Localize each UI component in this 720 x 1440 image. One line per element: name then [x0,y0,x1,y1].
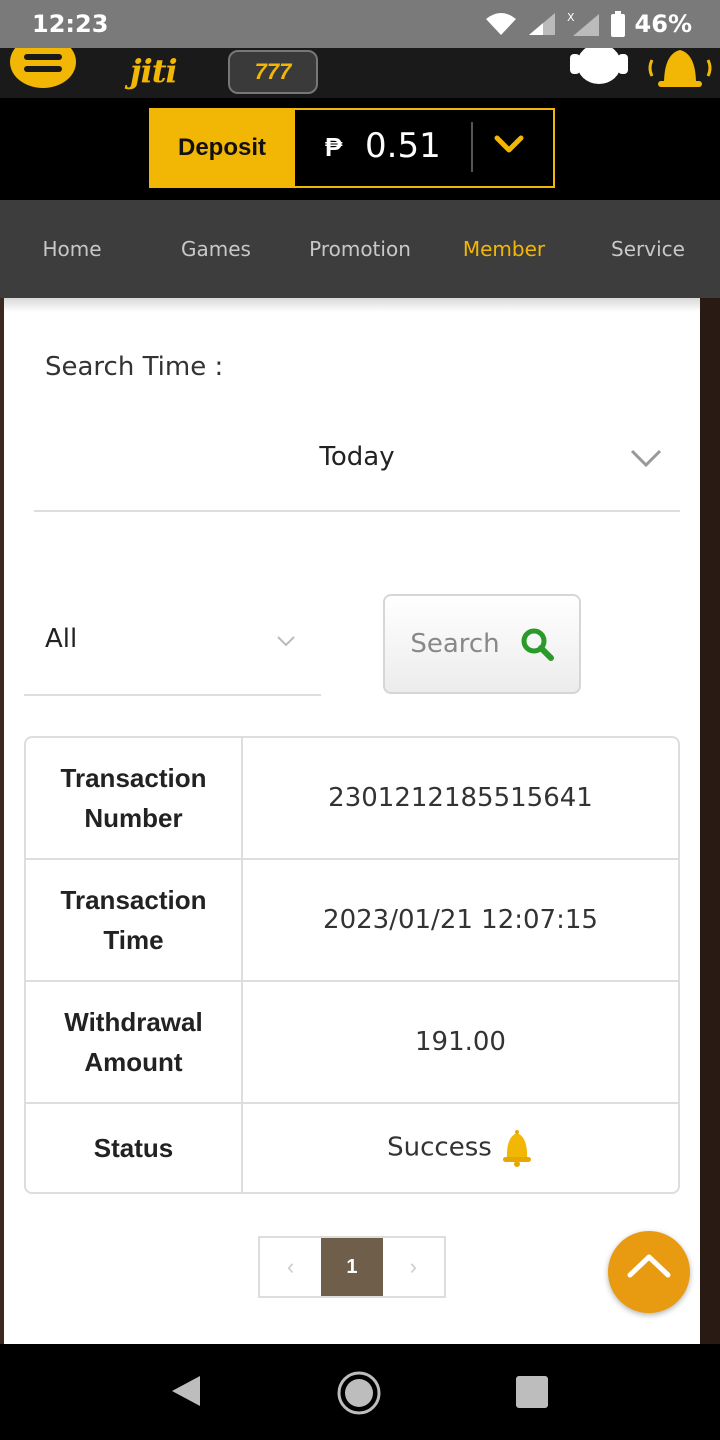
transaction-detail-table: Transaction Number 2301212185515641 Tran… [24,736,680,1194]
battery-percent: 46% [634,10,692,38]
wifi-icon [485,13,516,35]
status-cell: Success [243,1104,678,1192]
chevron-down-icon [277,636,295,647]
search-button-label: Search [410,629,500,659]
withdrawal-record-card: Search Time : Today All Search Transacti… [4,298,700,1344]
row-label: Transaction Time [26,860,243,982]
row-label: Transaction Number [26,738,243,860]
recent-apps-icon[interactable] [516,1376,548,1408]
battery-icon [610,11,625,37]
nav-member[interactable]: Member [432,200,576,298]
row-value: 2301212185515641 [243,738,678,860]
back-icon[interactable] [170,1374,202,1408]
nav-home[interactable]: Home [0,200,144,298]
pagination: ‹ 1 › [258,1236,446,1298]
type-select[interactable]: All [24,594,321,696]
table-row: Status Success [26,1104,678,1192]
search-button[interactable]: Search [383,594,581,694]
balance-dropdown[interactable]: ₱ 0.51 [295,108,555,188]
chevron-down-icon[interactable] [491,128,527,158]
status-icons: X 46% [485,8,692,40]
pagination-next-button[interactable]: › [383,1238,444,1296]
slot-machine-logo: 777 [228,50,318,94]
time-range-value: Today [319,442,395,472]
pagination-current-page[interactable]: 1 [321,1238,383,1296]
home-icon[interactable] [336,1370,382,1416]
row-label: Status [26,1104,243,1192]
deposit-button[interactable]: Deposit [149,108,295,188]
time-range-select[interactable]: Today [34,420,680,512]
page-background-right [700,298,720,1344]
svg-text:X: X [567,11,575,24]
wallet-bar: Deposit ₱ 0.51 [0,98,720,200]
search-time-label: Search Time : [45,352,224,382]
type-value: All [45,624,78,654]
chevron-down-icon [630,449,662,468]
signal-icon [528,13,555,35]
chevron-up-icon [627,1254,671,1278]
search-icon [521,628,554,661]
row-value: 2023/01/21 12:07:15 [243,860,678,982]
row-value: 191.00 [243,982,678,1104]
card-shadow [4,298,700,312]
scroll-to-top-button[interactable] [608,1231,690,1313]
app-screen: 12:23 X 46% jiti 777 Deposit ₱ 0.51 Home… [0,0,720,1440]
bell-icon [502,1130,531,1167]
jiti-logo[interactable]: jiti [130,52,178,90]
status-time: 12:23 [32,10,109,38]
status-bar: 12:23 X 46% [0,0,720,48]
table-row: Transaction Time 2023/01/21 12:07:15 [26,860,678,982]
balance-divider [471,122,473,172]
main-nav: Home Games Promotion Member Service [0,200,720,298]
app-header: jiti 777 [0,48,720,98]
nav-service[interactable]: Service [576,200,720,298]
nav-games[interactable]: Games [144,200,288,298]
table-row: Transaction Number 2301212185515641 [26,738,678,860]
slot-text: 777 [254,59,292,84]
notification-bell-icon[interactable] [644,48,716,90]
table-row: Withdrawal Amount 191.00 [26,982,678,1104]
pagination-prev-button[interactable]: ‹ [260,1238,321,1296]
customer-support-icon[interactable] [568,48,630,88]
signal-icon-2: X [567,11,599,36]
currency-symbol: ₱ [325,132,343,162]
row-label: Withdrawal Amount [26,982,243,1104]
status-value: Success [387,1132,492,1163]
nav-promotion[interactable]: Promotion [288,200,432,298]
system-navigation-bar [0,1344,720,1440]
menu-button[interactable] [10,48,76,88]
balance-amount: 0.51 [365,126,441,166]
